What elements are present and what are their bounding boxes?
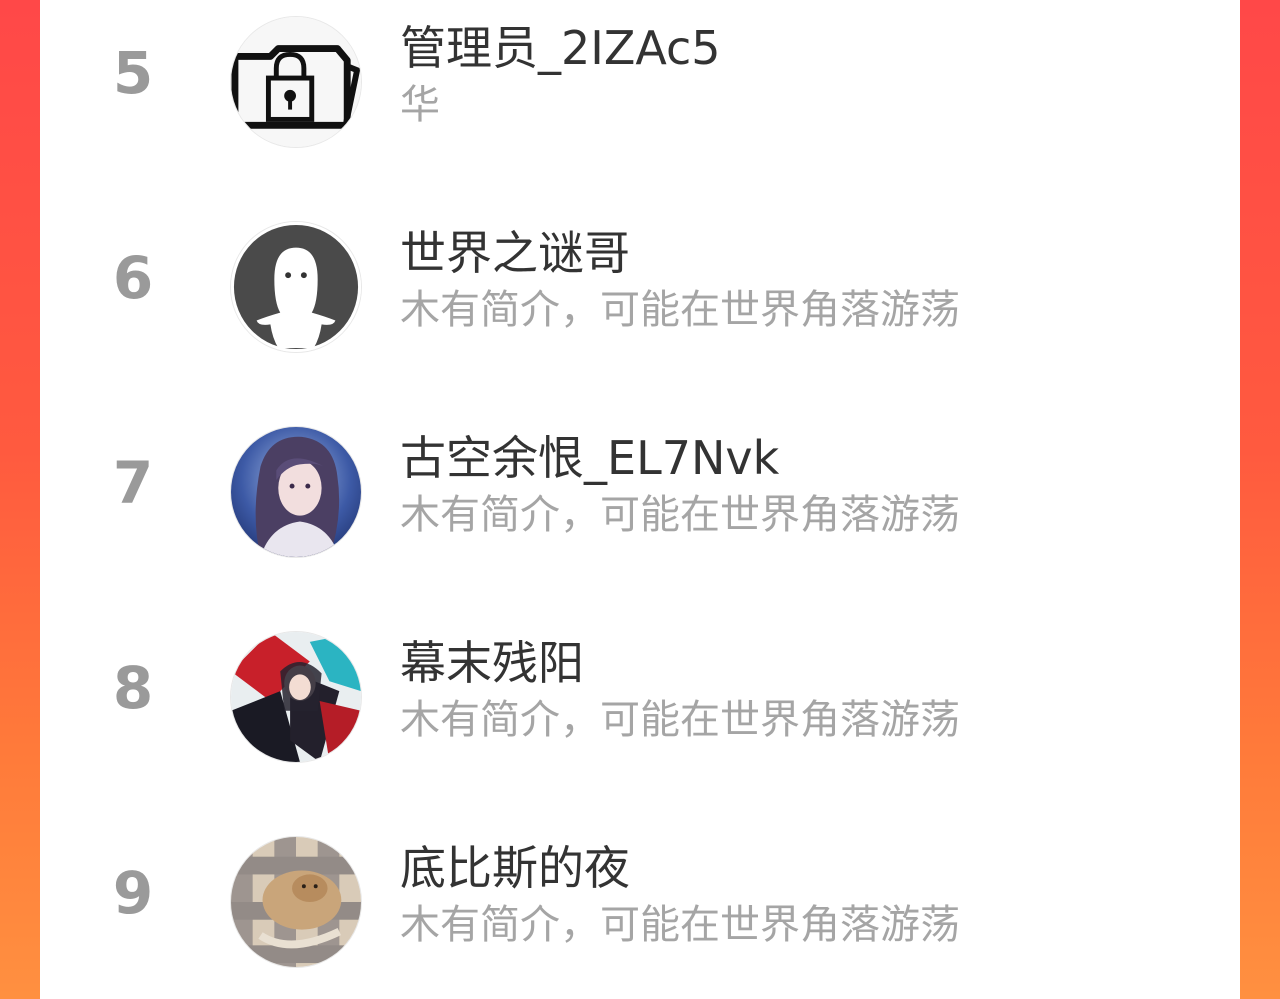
- ranking-row[interactable]: 8 幕末残阳 木有简介，可能在世界角落游荡: [40, 617, 1240, 777]
- avatar[interactable]: [230, 16, 362, 148]
- user-photo: [231, 427, 361, 557]
- default-user-icon: [231, 222, 361, 352]
- user-description: 木有简介，可能在世界角落游荡: [400, 492, 960, 538]
- avatar[interactable]: [230, 426, 362, 558]
- avatar[interactable]: [230, 221, 362, 353]
- rank-number: 5: [112, 39, 154, 107]
- user-photo: [231, 837, 361, 967]
- user-name[interactable]: 古空余恨_EL7Nvk: [400, 430, 779, 486]
- rank-number: 9: [112, 859, 154, 927]
- ranking-row[interactable]: 7 古空余恨_EL7Nvk 木有简介，可能在世界角落游荡: [40, 412, 1240, 572]
- user-description: 木有简介，可能在世界角落游荡: [400, 697, 960, 743]
- user-description: 木有简介，可能在世界角落游荡: [400, 287, 960, 333]
- locked-folder-icon: [231, 17, 361, 147]
- rank-number: 7: [112, 449, 154, 517]
- user-photo: [231, 632, 361, 762]
- avatar[interactable]: [230, 631, 362, 763]
- user-description: 木有简介，可能在世界角落游荡: [400, 902, 960, 948]
- ranking-row[interactable]: 5 管理员_2IZAc5 华: [40, 2, 1240, 162]
- avatar[interactable]: [230, 836, 362, 968]
- user-name[interactable]: 底比斯的夜: [400, 840, 630, 896]
- rank-number: 6: [112, 244, 154, 312]
- user-description: 华: [400, 82, 440, 128]
- user-name[interactable]: 管理员_2IZAc5: [400, 20, 721, 76]
- ranking-panel: 5 管理员_2IZAc5 华 6 世界之谜哥 木有简介，可能在世界角落游荡 7 …: [40, 0, 1240, 999]
- ranking-row[interactable]: 6 世界之谜哥 木有简介，可能在世界角落游荡: [40, 207, 1240, 367]
- rank-number: 8: [112, 654, 154, 722]
- user-name[interactable]: 世界之谜哥: [400, 225, 630, 281]
- user-name[interactable]: 幕末残阳: [400, 635, 584, 691]
- ranking-row[interactable]: 9 底比斯的夜 木有简介，可能在世界角落游荡: [40, 822, 1240, 982]
